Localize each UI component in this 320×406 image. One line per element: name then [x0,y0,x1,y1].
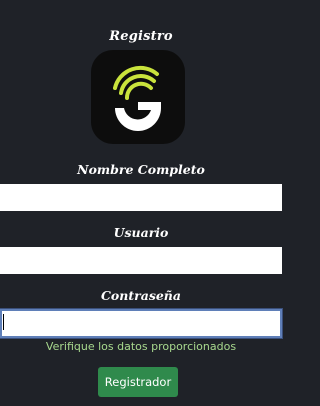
fullname-label: Nombre Completo [77,162,205,177]
fullname-input[interactable] [0,184,282,211]
text-cursor [3,314,4,330]
app-logo [91,50,185,144]
password-label: Contraseña [100,288,181,303]
validation-message: Verifique los datos proporcionados [45,340,237,353]
username-input[interactable] [0,247,282,274]
page-title: Registro [109,29,173,44]
g-wifi-logo-icon [113,66,161,131]
username-label: Usuario [113,225,169,240]
register-button[interactable]: Registrador [98,367,178,397]
password-field-wrapper[interactable] [0,309,282,338]
password-input[interactable] [0,309,282,338]
